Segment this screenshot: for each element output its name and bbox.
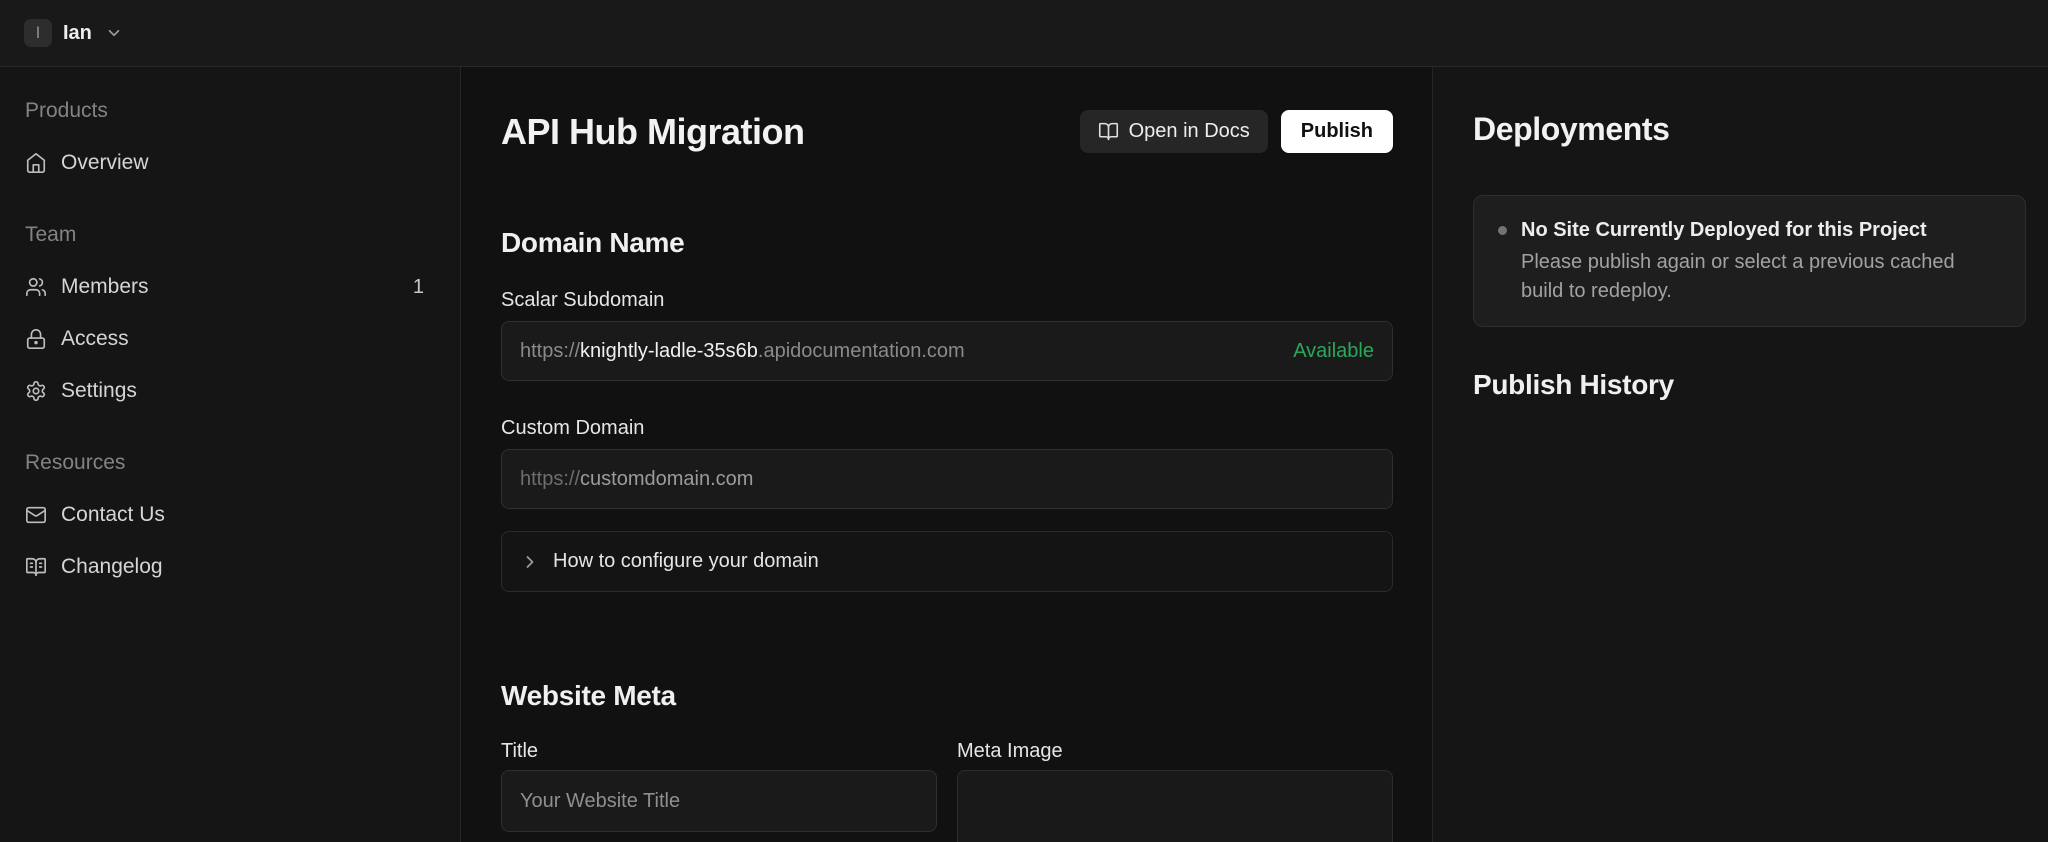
sidebar-section-resources: Resources Contact Us Changelog: [25, 437, 424, 593]
sidebar-header-products: Products: [25, 99, 108, 122]
members-count-badge: 1: [412, 275, 424, 298]
domain-name-heading: Domain Name: [501, 227, 685, 258]
sidebar-section-team: Team Members 1 Access Settings: [25, 209, 424, 417]
website-title-input[interactable]: [501, 770, 937, 832]
main-content: API Hub Migration Open in Docs Publish D…: [461, 67, 1432, 842]
website-meta-heading: Website Meta: [501, 680, 676, 711]
subdomain-suffix: .apidocumentation.com: [757, 339, 965, 362]
sidebar-header-resources: Resources: [25, 451, 126, 474]
no-deployment-card: No Site Currently Deployed for this Proj…: [1473, 195, 2026, 327]
sidebar-item-label: Changelog: [61, 555, 163, 578]
publish-button[interactable]: Publish: [1280, 110, 1393, 153]
home-icon: [25, 152, 47, 174]
chevron-down-icon[interactable]: [105, 24, 123, 42]
scalar-subdomain-field[interactable]: https://knightly-ladle-35s6b.apidocument…: [501, 321, 1393, 381]
meta-image-label: Meta Image: [957, 740, 1063, 762]
open-in-docs-button[interactable]: Open in Docs: [1079, 110, 1268, 153]
sidebar-section-products: Products Overview: [25, 85, 424, 189]
custom-domain-placeholder: https://customdomain.com: [520, 468, 753, 491]
custom-domain-placeholder-host: customdomain.com: [580, 467, 754, 490]
sidebar-item-access[interactable]: Access: [25, 313, 424, 365]
subdomain-prefix: https://: [520, 339, 581, 362]
open-book-icon: [1098, 121, 1119, 142]
sidebar-item-label: Access: [61, 327, 129, 350]
no-deployment-title: No Site Currently Deployed for this Proj…: [1521, 219, 1927, 241]
sidebar-item-settings[interactable]: Settings: [25, 365, 424, 417]
no-deployment-text: No Site Currently Deployed for this Proj…: [1521, 216, 1983, 306]
sidebar-item-label: Contact Us: [61, 503, 165, 526]
availability-status-badge: Available: [1293, 339, 1374, 362]
page-title: API Hub Migration: [501, 111, 805, 152]
main-header: API Hub Migration Open in Docs Publish: [501, 110, 1393, 153]
avatar-letter: I: [35, 23, 41, 42]
deployments-heading: Deployments: [1473, 111, 1670, 147]
book-icon: [25, 556, 47, 578]
status-dot-icon: [1498, 226, 1507, 235]
sidebar-item-changelog[interactable]: Changelog: [25, 541, 424, 593]
sidebar-item-label: Members: [61, 275, 149, 298]
gear-icon: [25, 380, 47, 402]
website-meta-grid: Title Meta Image: [501, 714, 1393, 842]
chevron-right-icon: [520, 552, 540, 572]
custom-domain-label: Custom Domain: [501, 417, 645, 439]
users-icon: [25, 276, 47, 298]
sidebar-item-contact-us[interactable]: Contact Us: [25, 489, 424, 541]
sidebar-item-label: Overview: [61, 151, 149, 174]
custom-domain-placeholder-prefix: https://: [520, 467, 581, 490]
account-name[interactable]: Ian: [63, 22, 92, 45]
how-to-configure-domain-label: How to configure your domain: [553, 550, 819, 572]
meta-image-group: Meta Image: [957, 714, 1393, 842]
deployments-panel: Deployments No Site Currently Deployed f…: [1432, 67, 2048, 842]
scalar-subdomain-label: Scalar Subdomain: [501, 289, 665, 311]
publish-history-heading: Publish History: [1473, 369, 1674, 400]
sidebar-item-overview[interactable]: Overview: [25, 137, 424, 189]
subdomain-slug: knightly-ladle-35s6b: [580, 339, 758, 362]
lock-icon: [25, 328, 47, 350]
meta-image-upload-box[interactable]: [957, 770, 1393, 842]
open-in-docs-label: Open in Docs: [1128, 120, 1250, 142]
mail-icon: [25, 504, 47, 526]
sidebar: Products Overview Team Members 1 Access: [0, 67, 461, 842]
topbar: I Ian: [0, 0, 2048, 67]
sidebar-item-members[interactable]: Members 1: [25, 261, 424, 313]
no-deployment-body: Please publish again or select a previou…: [1521, 251, 1955, 302]
custom-domain-field[interactable]: https://customdomain.com: [501, 449, 1393, 509]
website-title-label: Title: [501, 740, 539, 762]
how-to-configure-domain-disclosure[interactable]: How to configure your domain: [501, 531, 1393, 592]
account-avatar[interactable]: I: [24, 19, 52, 47]
scalar-subdomain-value: https://knightly-ladle-35s6b.apidocument…: [520, 340, 965, 363]
website-title-group: Title: [501, 714, 937, 842]
header-actions: Open in Docs Publish: [1079, 110, 1393, 153]
sidebar-header-team: Team: [25, 223, 77, 246]
sidebar-item-label: Settings: [61, 379, 137, 402]
